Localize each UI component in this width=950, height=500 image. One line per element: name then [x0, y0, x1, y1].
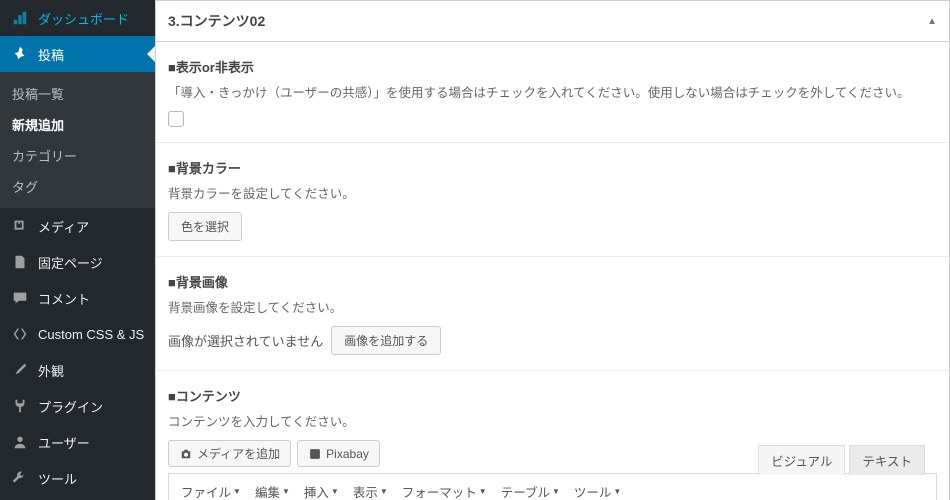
add-image-button[interactable]: 画像を追加する — [331, 326, 441, 355]
menu-label: 固定ページ — [38, 253, 103, 272]
sidebar-item-plugins[interactable]: プラグイン — [0, 388, 155, 424]
wrench-icon — [10, 468, 30, 488]
dashboard-icon — [10, 8, 30, 28]
menu-label: ツール — [38, 469, 77, 488]
user-icon — [10, 432, 30, 452]
field-content: ■コンテンツ コンテンツを入力してください。 メディアを追加 Pixabay — [156, 370, 949, 500]
field-label: ■背景画像 — [168, 272, 937, 291]
metabox-header[interactable]: 3.コンテンツ02 ▲ — [156, 1, 949, 42]
metabox-content02: 3.コンテンツ02 ▲ ■表示or非表示 「導入・きっかけ（ユーザーの共感）」を… — [155, 0, 950, 500]
no-image-text: 画像が選択されていません — [168, 331, 323, 350]
submenu-item-tags[interactable]: タグ — [0, 171, 155, 202]
button-label: メディアを追加 — [197, 445, 280, 462]
menu-table[interactable]: テーブル▼ — [495, 478, 566, 500]
sidebar-item-posts[interactable]: 投稿 — [0, 36, 155, 72]
camera-icon — [179, 447, 193, 461]
editor-tabs: ビジュアル テキスト — [758, 445, 925, 475]
metabox-title: 3.コンテンツ02 — [168, 11, 265, 31]
field-group: ■表示or非表示 「導入・きっかけ（ユーザーの共感）」を使用する場合はチェックを… — [156, 42, 949, 500]
brackets-icon — [10, 324, 30, 344]
add-media-button[interactable]: メディアを追加 — [168, 440, 291, 467]
menu-label: プラグイン — [38, 397, 103, 416]
menu-label: ユーザー — [38, 433, 90, 452]
media-icon — [10, 216, 30, 236]
submenu-item-categories[interactable]: カテゴリー — [0, 140, 155, 171]
collapse-icon[interactable]: ▲ — [927, 16, 937, 27]
menu-edit[interactable]: 編集▼ — [249, 478, 296, 500]
editor-menubar: ファイル▼ 編集▼ 挿入▼ 表示▼ フォーマット▼ テーブル▼ ツール▼ — [169, 474, 936, 500]
tab-visual[interactable]: ビジュアル — [758, 445, 845, 475]
main-content: 3.コンテンツ02 ▲ ■表示or非表示 「導入・きっかけ（ユーザーの共感）」を… — [155, 0, 950, 500]
wysiwyg-editor: メディアを追加 Pixabay ビジュアル テキスト — [168, 440, 937, 500]
field-display-toggle: ■表示or非表示 「導入・きっかけ（ユーザーの共感）」を使用する場合はチェックを… — [156, 42, 949, 142]
button-label: Pixabay — [326, 447, 369, 461]
pixabay-button[interactable]: Pixabay — [297, 440, 380, 467]
submenu-item-all-posts[interactable]: 投稿一覧 — [0, 78, 155, 109]
menu-label: コメント — [38, 289, 90, 308]
field-label: ■背景カラー — [168, 158, 937, 177]
field-description: 背景カラーを設定してください。 — [168, 183, 937, 202]
field-bg-image: ■背景画像 背景画像を設定してください。 画像が選択されていません 画像を追加す… — [156, 256, 949, 370]
sidebar-item-settings[interactable]: 設定 — [0, 496, 155, 500]
sidebar-item-dashboard[interactable]: ダッシュボード — [0, 0, 155, 36]
menu-label: 外観 — [38, 361, 64, 380]
menu-insert[interactable]: 挿入▼ — [298, 478, 345, 500]
display-checkbox[interactable] — [168, 111, 184, 127]
field-bg-color: ■背景カラー 背景カラーを設定してください。 色を選択 — [156, 142, 949, 256]
admin-sidebar: ダッシュボード 投稿 投稿一覧 新規追加 カテゴリー タグ メディア 固定ページ… — [0, 0, 155, 500]
sidebar-item-pages[interactable]: 固定ページ — [0, 244, 155, 280]
editor-toolbar: ファイル▼ 編集▼ 挿入▼ 表示▼ フォーマット▼ テーブル▼ ツール▼ 段落▼… — [168, 473, 937, 500]
sidebar-item-tools[interactable]: ツール — [0, 460, 155, 496]
menu-label: 投稿 — [38, 45, 64, 64]
brush-icon — [10, 360, 30, 380]
plug-icon — [10, 396, 30, 416]
sidebar-item-comments[interactable]: コメント — [0, 280, 155, 316]
field-label: ■コンテンツ — [168, 386, 937, 405]
sidebar-item-media[interactable]: メディア — [0, 208, 155, 244]
menu-view[interactable]: 表示▼ — [347, 478, 394, 500]
comment-icon — [10, 288, 30, 308]
submenu-item-add-new[interactable]: 新規追加 — [0, 109, 155, 140]
menu-label: ダッシュボード — [38, 9, 129, 28]
field-description: コンテンツを入力してください。 — [168, 411, 937, 430]
menu-format[interactable]: フォーマット▼ — [396, 478, 493, 500]
field-description: 「導入・きっかけ（ユーザーの共感）」を使用する場合はチェックを入れてください。使… — [168, 82, 937, 101]
field-description: 背景画像を設定してください。 — [168, 297, 937, 316]
page-icon — [10, 252, 30, 272]
menu-tools[interactable]: ツール▼ — [568, 478, 627, 500]
sidebar-item-users[interactable]: ユーザー — [0, 424, 155, 460]
select-color-button[interactable]: 色を選択 — [168, 212, 242, 241]
tab-text[interactable]: テキスト — [849, 445, 925, 475]
menu-file[interactable]: ファイル▼ — [175, 478, 247, 500]
submenu-posts: 投稿一覧 新規追加 カテゴリー タグ — [0, 72, 155, 208]
field-label: ■表示or非表示 — [168, 57, 937, 76]
pixabay-icon — [308, 447, 322, 461]
sidebar-item-custom-css-js[interactable]: Custom CSS & JS — [0, 316, 155, 352]
menu-label: Custom CSS & JS — [38, 327, 144, 342]
menu-label: メディア — [38, 217, 89, 236]
sidebar-item-appearance[interactable]: 外観 — [0, 352, 155, 388]
pin-icon — [10, 44, 30, 64]
